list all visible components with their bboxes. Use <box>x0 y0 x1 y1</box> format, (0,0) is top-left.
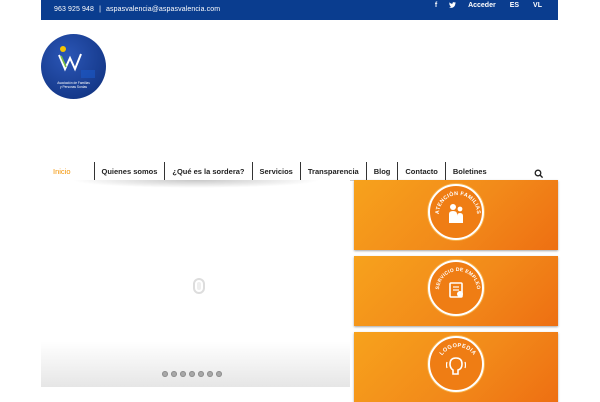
slider-dot[interactable] <box>189 371 195 377</box>
slider-dot[interactable] <box>162 371 168 377</box>
card-atencion-familias[interactable]: ATENCIÓN FAMILIAS <box>354 180 558 250</box>
slider-dot[interactable] <box>207 371 213 377</box>
slider-shadow <box>71 180 321 188</box>
nav-item-servicios[interactable]: Servicios <box>253 162 301 180</box>
site-logo[interactable]: Asociación de Familias y Personas Sordas <box>41 34 106 99</box>
loading-icon <box>192 276 206 296</box>
slider-pagination <box>162 371 222 377</box>
nav-item-boletines[interactable]: Boletines <box>446 162 494 180</box>
email-link[interactable]: aspasvalencia@aspasvalencia.com <box>106 6 220 13</box>
slider-dot[interactable] <box>198 371 204 377</box>
top-bar-actions: f Acceder ES VL <box>428 0 542 11</box>
nav-item-quienes-somos[interactable]: Quienes somos <box>95 162 166 180</box>
employment-icon <box>449 282 463 298</box>
language-es[interactable]: ES <box>510 2 519 9</box>
top-bar: 963 925 948 | aspasvalencia@aspasvalenci… <box>41 0 558 20</box>
contact-info: 963 925 948 | aspasvalencia@aspasvalenci… <box>54 6 220 13</box>
logo-mark <box>58 46 95 78</box>
nav-item-transparencia[interactable]: Transparencia <box>301 162 367 180</box>
search-icon[interactable] <box>534 166 544 179</box>
login-link[interactable]: Acceder <box>468 2 496 9</box>
slider-dot[interactable] <box>180 371 186 377</box>
card-logopedia[interactable]: LOGOPEDIA <box>354 332 558 402</box>
nav-item-blog[interactable]: Blog <box>367 162 399 180</box>
contact-separator: | <box>99 6 101 13</box>
family-icon <box>449 204 463 223</box>
nav-item-contacto[interactable]: Contacto <box>398 162 446 180</box>
phone-number[interactable]: 963 925 948 <box>54 6 94 13</box>
twitter-icon[interactable] <box>444 1 460 10</box>
hero-slider[interactable] <box>41 180 350 387</box>
main-navigation: Inicio Quienes somos ¿Qué es la sordera?… <box>41 162 558 181</box>
logo-caption-2: y Personas Sordas <box>60 85 87 89</box>
language-vl[interactable]: VL <box>533 2 542 9</box>
card-servicio-empleo[interactable]: SERVICIO DE EMPLEO <box>354 256 558 326</box>
slider-dot[interactable] <box>216 371 222 377</box>
slider-dot[interactable] <box>171 371 177 377</box>
nav-item-inicio[interactable]: Inicio <box>41 162 95 180</box>
nav-item-que-es-la-sordera[interactable]: ¿Qué es la sordera? <box>165 162 253 180</box>
facebook-icon[interactable]: f <box>428 2 444 9</box>
speech-therapy-icon <box>446 357 466 375</box>
